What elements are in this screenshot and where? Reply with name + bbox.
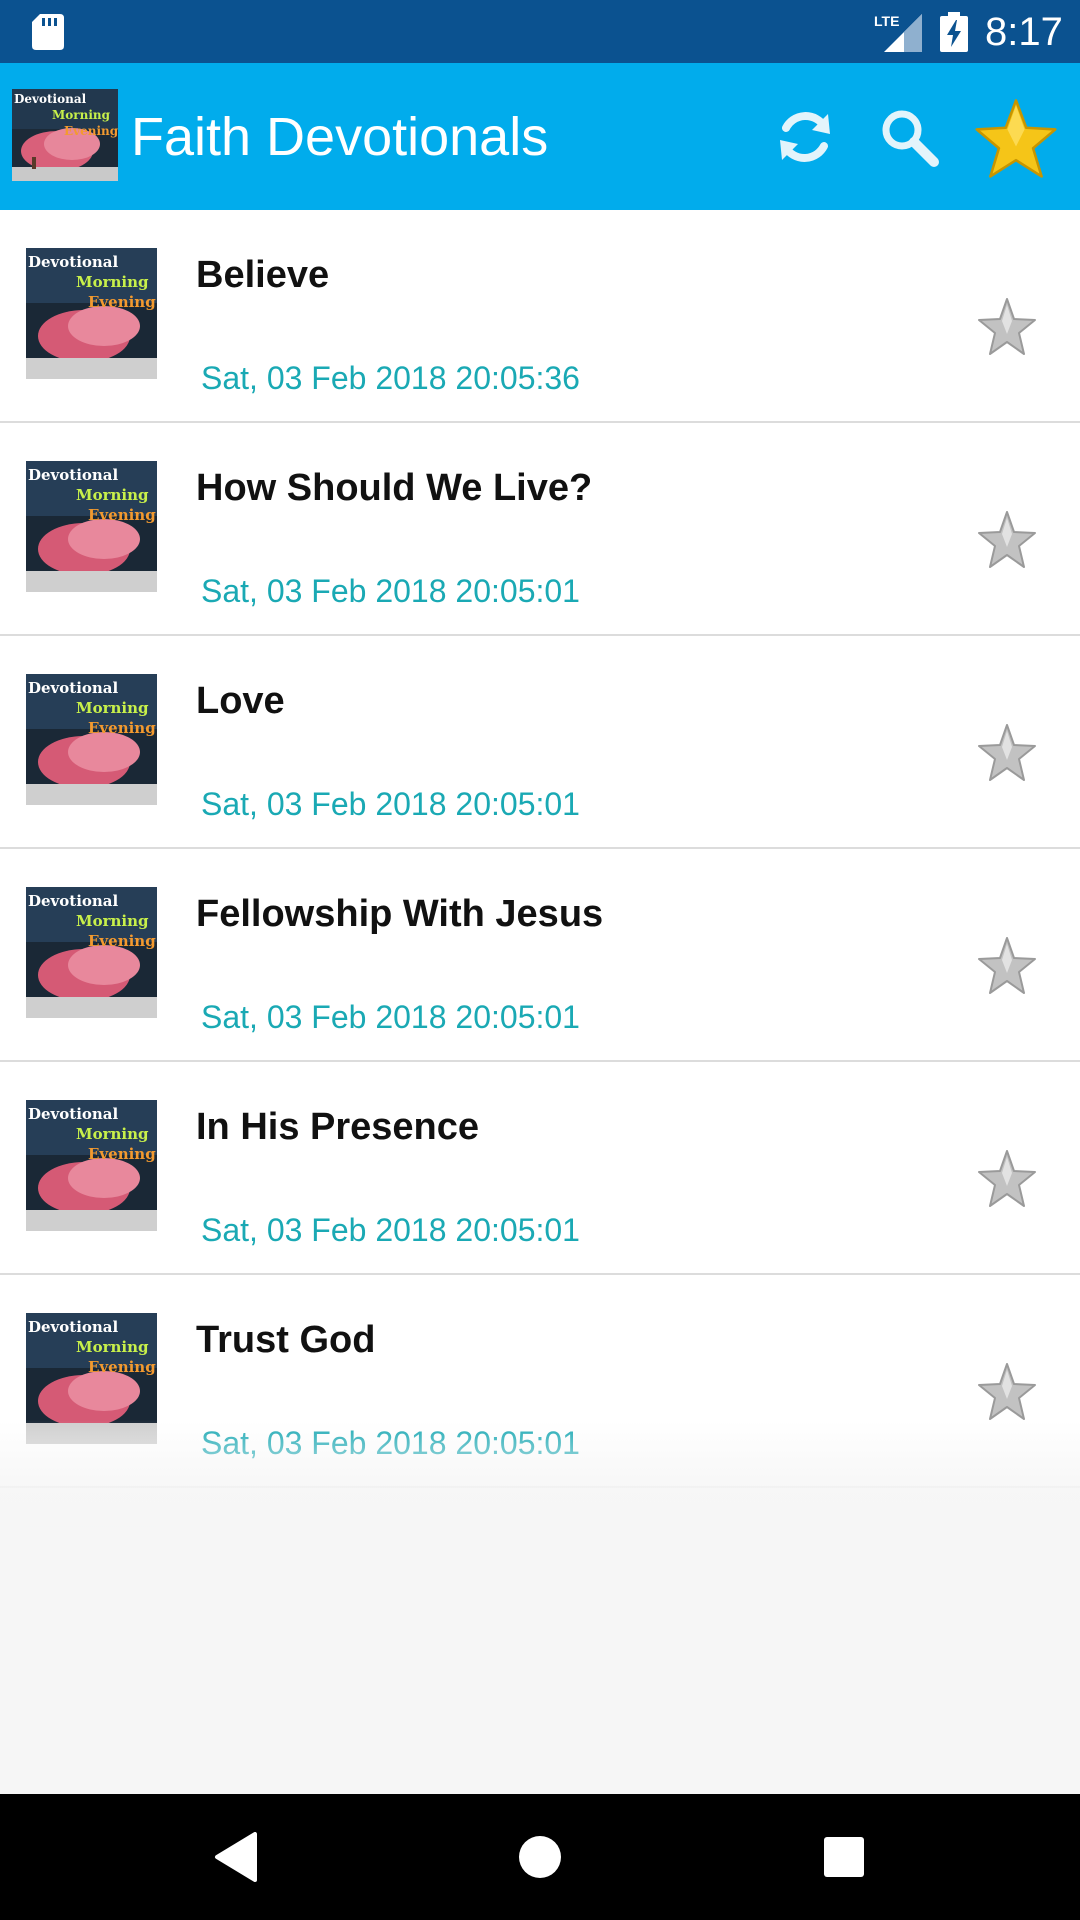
thumb-text-evening: Evening <box>88 506 156 524</box>
thumb-text-morning: Morning <box>76 1551 149 1569</box>
thumb-text-morning: Morning <box>76 699 149 717</box>
app-title: Faith Devotionals <box>131 107 549 167</box>
thumbnail-image: Devotional Morning Evening <box>26 461 157 592</box>
thumb-text-morning: Morning <box>76 1338 149 1356</box>
item-date: Sat, 03 Feb 2018 20:05:01 <box>201 573 580 609</box>
favorites-button[interactable] <box>966 88 1066 188</box>
favorite-star-icon[interactable] <box>976 1361 1038 1423</box>
thumbnail-image: Devotional Morning Evening <box>26 1313 157 1444</box>
favorite-star-icon[interactable] <box>976 722 1038 784</box>
list-item[interactable]: Devotional Morning Evening Love Sat, 03 … <box>0 636 1080 850</box>
list-item[interactable]: Devotional Morning Evening Fellowship Wi… <box>0 849 1080 1063</box>
navigation-bar <box>0 1794 1080 1920</box>
favorite-star-icon[interactable] <box>976 935 1038 997</box>
thumb-text-devotional: Devotional <box>28 1531 119 1549</box>
lte-signal-icon: LTE <box>874 13 922 52</box>
home-button[interactable] <box>500 1817 580 1897</box>
thumb-text-morning: Morning <box>76 273 149 291</box>
favorites-star-icon <box>975 99 1057 178</box>
thumbnail-image: Devotional Morning Evening <box>26 1526 157 1657</box>
thumbnail-image: Devotional Morning Evening <box>26 1100 157 1231</box>
favorite-star-icon[interactable] <box>976 1148 1038 1210</box>
logo-text-devotional: Devotional <box>14 92 87 106</box>
thumb-text-evening: Evening <box>88 719 156 737</box>
logo-text-morning: Morning <box>52 108 111 122</box>
recents-button[interactable] <box>804 1817 884 1897</box>
back-button[interactable] <box>196 1817 276 1897</box>
item-date: Sat, 03 Feb 2018 20:05:01 <box>201 1425 580 1461</box>
thumbnail-image: Devotional Morning Evening <box>26 248 157 379</box>
recents-icon <box>824 1837 864 1877</box>
devotional-list[interactable]: Devotional Morning Evening Believe Sat, … <box>0 210 1080 1658</box>
favorite-star-icon[interactable] <box>976 509 1038 571</box>
thumb-text-devotional: Devotional <box>28 1318 119 1336</box>
lte-label: LTE <box>874 13 899 29</box>
thumb-text-devotional: Devotional <box>28 892 119 910</box>
empty-bottom-area <box>0 1658 1080 1794</box>
list-item[interactable]: Devotional Morning Evening Believe Sat, … <box>0 210 1080 424</box>
refresh-icon <box>780 112 830 162</box>
home-icon <box>519 1836 561 1878</box>
list-item[interactable]: Devotional Morning Evening How Should We… <box>0 423 1080 637</box>
back-icon <box>215 1832 257 1882</box>
sd-card-icon <box>32 14 64 50</box>
thumb-text-morning: Morning <box>76 1125 149 1143</box>
item-date: Sat, 03 Feb 2018 20:05:01 <box>201 1212 580 1248</box>
status-clock: 8:17 <box>985 10 1063 54</box>
thumbnail-image: Devotional Morning Evening <box>26 674 157 805</box>
thumb-text-morning: Morning <box>76 912 149 930</box>
refresh-button[interactable] <box>760 92 850 182</box>
item-date: Sat, 03 Feb 2018 20:05:36 <box>201 360 580 396</box>
list-item[interactable]: Devotional Morning Evening In His Presen… <box>0 1062 1080 1276</box>
thumb-text-evening: Evening <box>88 1145 156 1163</box>
item-title: In His Presence <box>196 1106 480 1148</box>
favorite-star-icon[interactable] <box>976 1574 1038 1636</box>
logo-text-evening: Evening <box>64 124 118 138</box>
item-title: Love <box>196 680 285 722</box>
screen: LTE 8:17 Devotional Morning Evening Fait… <box>0 0 1080 1920</box>
item-date: Sat, 03 Feb 2018 20:05:01 <box>201 786 580 822</box>
thumb-text-evening: Evening <box>88 1571 156 1589</box>
thumb-text-devotional: Devotional <box>28 679 119 697</box>
search-icon <box>882 110 939 167</box>
thumbnail-image: Devotional Morning Evening <box>26 887 157 1018</box>
thumb-text-evening: Evening <box>88 1358 156 1376</box>
app-logo: Devotional Morning Evening <box>12 89 118 181</box>
thumb-text-devotional: Devotional <box>28 1105 119 1123</box>
app-bar: Devotional Morning Evening Faith Devotio… <box>0 63 1080 210</box>
item-title: Trust God <box>196 1319 376 1361</box>
item-title: God’s Love <box>196 1532 402 1574</box>
list-item[interactable]: Devotional Morning Evening Trust God Sat… <box>0 1275 1080 1489</box>
status-bar: LTE 8:17 <box>0 0 1080 63</box>
thumb-text-evening: Evening <box>88 293 156 311</box>
thumb-text-morning: Morning <box>76 486 149 504</box>
list-item[interactable]: Devotional Morning Evening God’s Love Sa… <box>0 1488 1080 1658</box>
item-title: How Should We Live? <box>196 467 593 509</box>
search-button[interactable] <box>864 92 954 182</box>
battery-charging-icon <box>940 12 968 52</box>
item-title: Fellowship With Jesus <box>196 893 604 935</box>
favorite-star-icon[interactable] <box>976 296 1038 358</box>
item-title: Believe <box>196 254 330 296</box>
thumb-text-evening: Evening <box>88 932 156 950</box>
item-date: Sat, 03 Feb 2018 20:05:01 <box>201 999 580 1035</box>
item-date: Sat, 03 Feb 2018 20:05:01 <box>201 1638 580 1658</box>
thumb-text-devotional: Devotional <box>28 253 119 271</box>
thumb-text-devotional: Devotional <box>28 466 119 484</box>
